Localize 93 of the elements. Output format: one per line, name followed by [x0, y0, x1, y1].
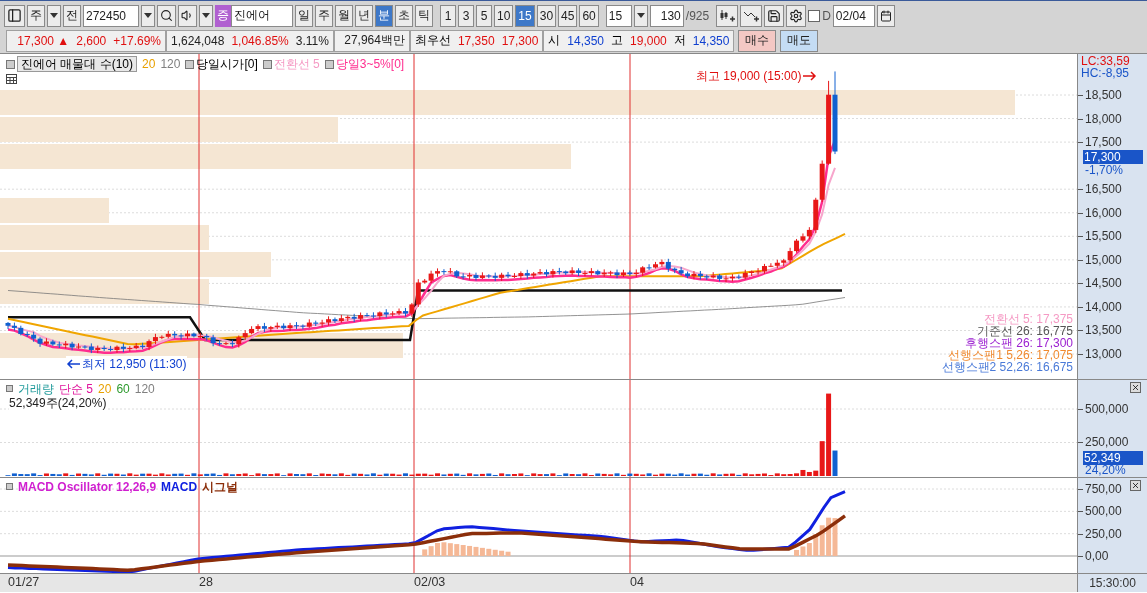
- quote-value: 최우선: [414, 32, 451, 50]
- legend-label: 20: [98, 380, 112, 397]
- quote-value: 1,624,048: [171, 33, 225, 48]
- legend-label: 당일3~5%[0]: [324, 55, 405, 72]
- volume-percent: 24,20%: [1085, 463, 1126, 477]
- period-button[interactable]: 초: [395, 4, 413, 27]
- axis-label: 13,500: [1085, 323, 1122, 338]
- quote-value: 17,300 ▲: [17, 33, 70, 48]
- market-badge: 증: [215, 4, 231, 27]
- sell-button[interactable]: 매도: [780, 29, 819, 52]
- legend-label: MACD: [161, 478, 198, 495]
- current-price-badge: 17,300: [1083, 149, 1143, 164]
- period-button[interactable]: 년: [355, 4, 373, 27]
- legend-label: 진에어 매물대 수(10): [6, 55, 137, 72]
- axis-label: 14,500: [1085, 276, 1122, 291]
- axis-label: 18,000: [1085, 111, 1122, 126]
- legend-label: MACD Oscillator 12,26,9: [18, 478, 157, 495]
- legend-label: 120: [160, 55, 181, 72]
- date-label: 04: [630, 574, 644, 589]
- code-field[interactable]: 272450: [83, 4, 139, 27]
- interval-button[interactable]: 45: [558, 4, 578, 27]
- interval-button[interactable]: 10: [494, 4, 514, 27]
- count-field[interactable]: 130: [649, 4, 684, 27]
- quote-value: +17.69%: [113, 33, 161, 48]
- price-change: -1,70%: [1085, 163, 1124, 177]
- interval-button[interactable]: 60: [579, 4, 599, 27]
- legend-label: 120: [134, 380, 155, 397]
- quote-value: 14,350: [567, 33, 605, 48]
- quote-value: 고: [611, 32, 624, 50]
- quote-value: 3.11%: [295, 33, 329, 48]
- legend-label: 전환선 5: [262, 55, 320, 72]
- period-button[interactable]: 틱: [415, 4, 433, 27]
- legend-label: 60: [116, 380, 130, 397]
- legend-label: 시그널: [202, 478, 239, 495]
- stock-name-field[interactable]: 진에어: [231, 4, 293, 27]
- indicator-value: 전환선 5: 17,375: [983, 312, 1073, 325]
- quote-value: 시: [548, 32, 561, 50]
- date-label: 28: [199, 574, 213, 589]
- quote-value: 17,300: [501, 33, 539, 48]
- period-button[interactable]: 일: [295, 4, 313, 27]
- legend-label: 20: [142, 55, 156, 72]
- period-button[interactable]: 월: [335, 4, 353, 27]
- period-button[interactable]: 분: [375, 4, 393, 27]
- date-label: 02/03: [414, 574, 446, 589]
- high-price-note: 최고 19,000 (15:00): [696, 67, 802, 85]
- volume-summary: 52,349주(24,20%): [9, 395, 107, 412]
- axis-label: 250,00: [1085, 526, 1122, 541]
- period-button[interactable]: 주: [315, 4, 333, 27]
- axis-label: 750,00: [1085, 481, 1122, 496]
- axis-label: 18,500: [1085, 87, 1122, 102]
- axis-label: 15,000: [1085, 252, 1122, 267]
- axis-label: 15,500: [1085, 229, 1122, 244]
- hc-value: HC:-8,95: [1081, 66, 1130, 80]
- indicator-value: 기준선 26: 16,775: [976, 324, 1073, 337]
- view-select[interactable]: 주: [27, 4, 45, 27]
- lc-value: LC:33,59: [1081, 54, 1130, 68]
- quote-value: 17,350: [457, 33, 495, 48]
- axis-label: 17,500: [1085, 135, 1122, 150]
- volume-badge: 52,349: [1083, 450, 1143, 465]
- axis-label: 16,000: [1085, 205, 1122, 220]
- interval-button[interactable]: 30: [536, 4, 557, 27]
- indicator-value: 선행스팬1 5,26: 17,075: [948, 348, 1073, 361]
- quote-value: 2,600: [76, 33, 107, 48]
- interval-button[interactable]: 5: [476, 4, 492, 27]
- axis-label: 14,000: [1085, 299, 1122, 314]
- date-check-label: D: [822, 8, 831, 23]
- axis-label: 250,000: [1085, 435, 1129, 450]
- quote-value: 1,046.85%: [231, 33, 289, 48]
- interval-button[interactable]: 1: [440, 4, 456, 27]
- axis-label: 500,000: [1085, 401, 1129, 416]
- time-label: 15:30:00: [1089, 575, 1136, 590]
- quote-value: 27,964백만: [344, 32, 405, 50]
- date-field[interactable]: 02/04: [832, 4, 875, 27]
- total-count: /925: [685, 8, 710, 23]
- axis-label: 13,000: [1085, 347, 1122, 361]
- indicator-value: 후행스팬 26: 17,300: [964, 336, 1073, 349]
- legend-label: 단순 5: [59, 380, 93, 397]
- low-price-note: 최저 12,950 (11:30): [82, 355, 187, 373]
- quote-value: 14,350: [692, 33, 730, 48]
- quote-value: 저: [673, 32, 686, 50]
- axis-label: 500,00: [1085, 504, 1122, 519]
- interval-button[interactable]: 3: [458, 4, 474, 27]
- indicator-value: 선행스팬2 52,26: 16,675: [941, 360, 1073, 373]
- interval-button[interactable]: 15: [515, 4, 535, 27]
- legend-label: 당일시가[0]: [185, 55, 258, 72]
- axis-label: 0,00: [1085, 548, 1109, 563]
- prev-button[interactable]: 전: [63, 4, 81, 27]
- axis-label: 16,500: [1085, 182, 1122, 197]
- buy-button[interactable]: 매수: [738, 29, 777, 52]
- legend-label: 거래량: [18, 380, 54, 397]
- quote-value: 19,000: [630, 33, 667, 48]
- date-label: 01/27: [8, 574, 40, 589]
- interval-select[interactable]: 15: [605, 4, 632, 27]
